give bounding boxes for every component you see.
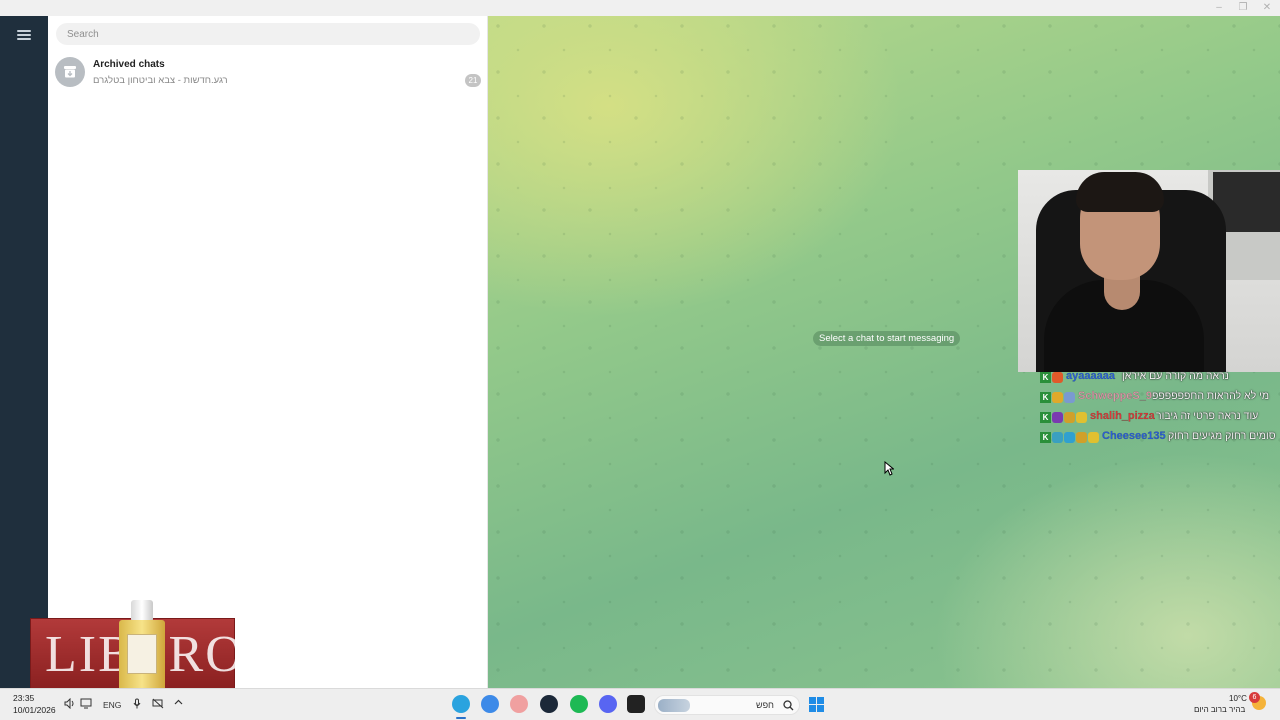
overlay-chat-message: עוד נראה פרטי זה גיבור [1156, 410, 1259, 422]
network-off-icon[interactable] [152, 698, 164, 712]
mouse-cursor-icon [884, 461, 894, 476]
steam-taskbar-icon[interactable] [540, 695, 558, 713]
archived-chats-item[interactable]: Archived chats רגע.חדשות - צבא וביטחון ב… [48, 54, 488, 94]
chat-badge-icon [1052, 392, 1063, 403]
chat-badge-icon [1064, 392, 1075, 403]
obs-taskbar-icon[interactable] [510, 695, 528, 713]
minimize-button[interactable]: – [1208, 1, 1230, 15]
chat-badge-icon [1052, 372, 1063, 383]
display-icon[interactable] [80, 698, 92, 712]
overlay-chat-line: K SchweppeS_9 מי לא להראות החפפפפפפ [1040, 387, 1280, 407]
kick-badge-icon: K [1040, 392, 1051, 403]
archive-icon [55, 57, 85, 87]
chat-list-panel: Archived chats רגע.חדשות - צבא וביטחון ב… [48, 16, 488, 688]
volume-icon[interactable] [64, 697, 76, 712]
taskbar-search-box[interactable]: חפש [654, 695, 800, 715]
active-app-indicator [456, 717, 466, 719]
search-icon [783, 700, 794, 711]
notification-badge: 6 [1249, 692, 1260, 703]
microphone-icon[interactable] [133, 698, 141, 712]
chat-badge-icon [1064, 412, 1075, 423]
empty-chat-message: Select a chat to start messaging [813, 331, 961, 346]
overlay-chat-user: shalih_pizza [1090, 410, 1155, 422]
chat-badge-icon [1064, 432, 1075, 443]
left-nav-strip [0, 16, 48, 688]
unread-count-badge: 21 [465, 74, 481, 87]
search-highlight-image [658, 699, 690, 712]
clock-date[interactable]: 10/01/2026 [13, 705, 56, 715]
overlay-chat-message: נראה מה קורה עם איראן [1122, 370, 1229, 382]
kick-badge-icon: K [1040, 432, 1051, 443]
hamburger-menu-icon[interactable] [17, 30, 31, 40]
archived-chats-title: Archived chats [93, 59, 165, 70]
weather-description[interactable]: בהיר ברוב היום [1194, 705, 1245, 714]
windows-start-icon[interactable] [809, 697, 824, 712]
close-button[interactable]: ✕ [1256, 1, 1278, 15]
perfume-bottle-image [117, 600, 167, 692]
taskbar: 23:35 10/01/2026 ENG חפש 10°C בהיר ברוב … [0, 688, 1280, 720]
kick-badge-icon: K [1040, 412, 1051, 423]
search-input[interactable] [56, 23, 480, 45]
spotify-taskbar-icon[interactable] [570, 695, 588, 713]
chat-badge-icon [1052, 432, 1063, 443]
clock-time[interactable]: 23:35 [13, 693, 34, 703]
weather-temperature[interactable]: 10°C [1229, 694, 1247, 703]
overlay-chat-message: מי לא להראות החפפפפפפ [1152, 390, 1270, 402]
webcam-overlay [1018, 170, 1280, 372]
telegram-taskbar-icon[interactable] [452, 695, 470, 713]
taskbar-search-text: חפש [756, 700, 774, 710]
overlay-chat-line: K Cheesee135 סומים רחוק מגיעים רחוק [1040, 427, 1280, 447]
overlay-chat-line: K ayaaaaaa נראה מה קורה עם איראן [1040, 367, 1280, 387]
chat-badge-icon [1076, 432, 1087, 443]
chat-badge-icon [1076, 412, 1087, 423]
maximize-button[interactable]: ❐ [1232, 1, 1254, 15]
overlay-chat-user: SchweppeS_9 [1078, 390, 1152, 402]
overlay-chat-user: ayaaaaaa [1066, 370, 1115, 382]
chevron-up-icon[interactable] [174, 698, 183, 710]
chat-badge-icon [1088, 432, 1099, 443]
language-indicator[interactable]: ENG [103, 700, 121, 710]
kick-badge-icon: K [1040, 372, 1051, 383]
overlay-chat-message: סומים רחוק מגיעים רחוק [1168, 430, 1276, 442]
overlay-chat-line: K shalih_pizza עוד נראה פרטי זה גיבור [1040, 407, 1280, 427]
stream-chat-overlay: K ayaaaaaa נראה מה קורה עם איראן K Schwe… [1040, 367, 1280, 447]
overlay-chat-user: Cheesee135 [1102, 430, 1166, 442]
discord-taskbar-icon[interactable] [599, 695, 617, 713]
chrome-taskbar-icon[interactable] [481, 695, 499, 713]
chat-badge-icon [1052, 412, 1063, 423]
app-taskbar-icon[interactable] [627, 695, 645, 713]
archived-chats-preview: רגע.חדשות - צבא וביטחון בטלגרם [93, 75, 228, 86]
window-titlebar: – ❐ ✕ [0, 0, 1280, 16]
